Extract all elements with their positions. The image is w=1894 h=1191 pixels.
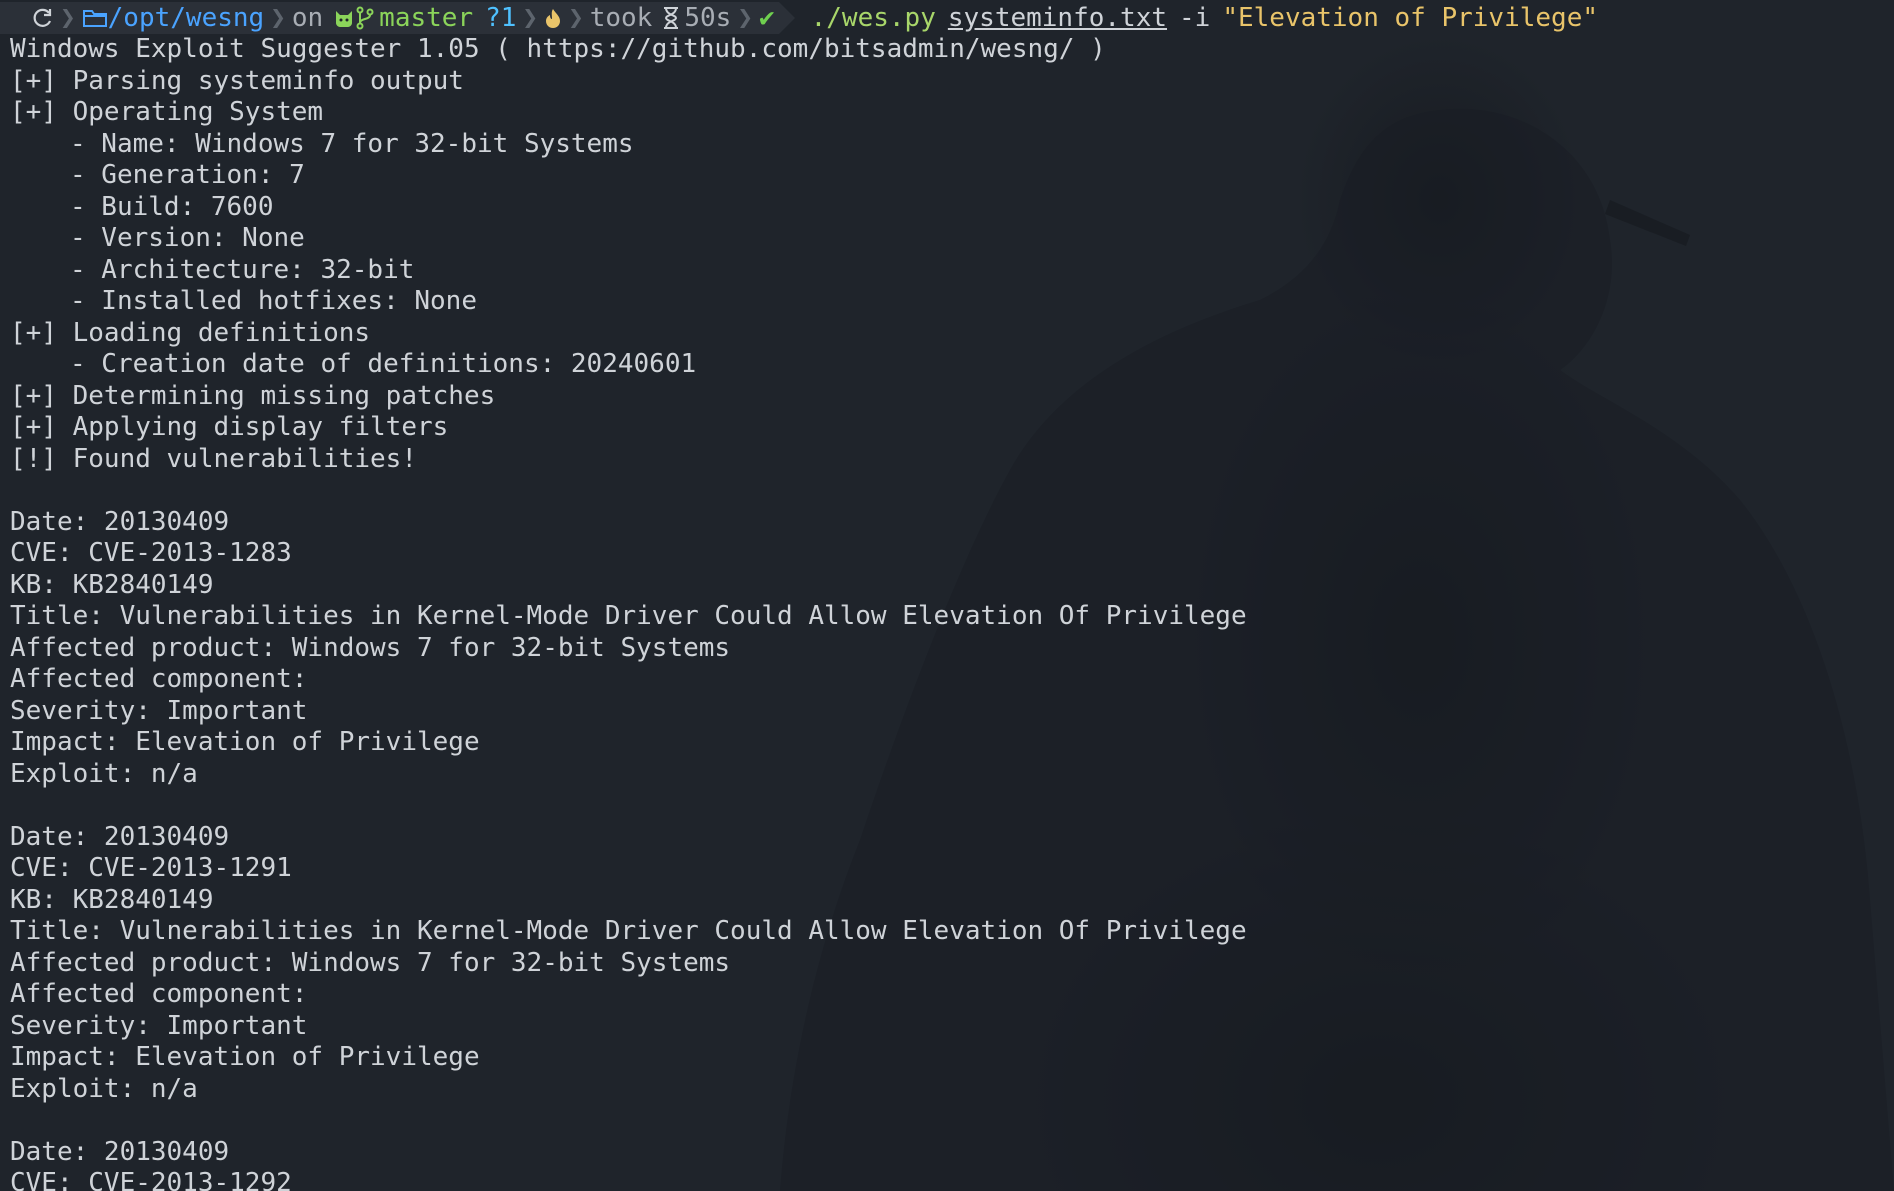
- banner-line: Windows Exploit Suggester 1.05 ( https:/…: [10, 34, 1106, 64]
- command-flag: -i: [1179, 3, 1211, 33]
- status-line: [+] Parsing systeminfo output: [10, 65, 464, 96]
- os-detail-line: - Build: 7600: [70, 191, 274, 222]
- git-status: ?1: [485, 3, 517, 33]
- vuln-cve: CVE: CVE-2013-1291: [10, 853, 292, 883]
- vuln-component: Affected component:: [10, 664, 308, 694]
- folder-icon: [82, 7, 108, 29]
- os-detail-line: - Installed hotfixes: None: [70, 286, 477, 316]
- vuln-product: Affected product: Windows 7 for 32-bit S…: [10, 632, 731, 663]
- hourglass-icon: [662, 6, 680, 30]
- terminal-window[interactable]: ❯ /opt/wesng ❯ on master ?1 ❯ ❯ took 50s…: [0, 0, 1894, 1191]
- chevron-right-icon: ❯: [60, 3, 76, 33]
- definitions-date-line: - Creation date of definitions: 20240601: [70, 349, 697, 379]
- command-string-argument: "Elevation of Privilege": [1222, 3, 1599, 33]
- refresh-icon: [32, 7, 54, 29]
- vuln-date: Date: 20130409: [10, 821, 230, 852]
- vuln-exploit: Exploit: n/a: [10, 1073, 198, 1104]
- vuln-title: Title: Vulnerabilities in Kernel-Mode Dr…: [10, 601, 1247, 631]
- vuln-impact: Impact: Elevation of Privilege: [10, 1042, 480, 1072]
- status-line: [+] Operating System: [10, 97, 324, 127]
- prompt-duration: 50s: [684, 3, 732, 33]
- vulnerability-entry: Date: 20130409 CVE: CVE-2013-1291 KB: KB…: [10, 822, 1884, 1106]
- os-detail-line: - Generation: 7: [70, 160, 305, 190]
- vuln-title: Title: Vulnerabilities in Kernel-Mode Dr…: [10, 916, 1247, 946]
- shell-prompt: ❯ /opt/wesng ❯ on master ?1 ❯ ❯ took 50s…: [0, 2, 1884, 34]
- vuln-severity: Severity: Important: [10, 695, 308, 726]
- prompt-path: /opt/wesng: [107, 3, 265, 33]
- vuln-date: Date: 20130409: [10, 1136, 230, 1167]
- github-cat-icon: [333, 7, 355, 29]
- prompt-segment: ❯ /opt/wesng ❯ on master ?1 ❯ ❯ took 50s…: [0, 2, 779, 34]
- chevron-right-icon: ❯: [522, 3, 539, 33]
- git-branch-icon: [355, 6, 375, 30]
- os-detail-line: - Name: Windows 7 for 32-bit Systems: [70, 128, 634, 159]
- prompt-took-label: took: [589, 3, 653, 33]
- command-file-argument[interactable]: systeminfo.txt: [948, 3, 1167, 33]
- vuln-date: Date: 20130409: [10, 506, 230, 537]
- vuln-component: Affected component:: [10, 979, 308, 1009]
- os-detail-line: - Version: None: [70, 223, 305, 253]
- found-vulnerabilities-line: [!] Found vulnerabilities!: [10, 443, 417, 474]
- vulnerability-entry: Date: 20130409 CVE: CVE-2013-1292: [10, 1137, 1884, 1191]
- vuln-exploit: Exploit: n/a: [10, 758, 198, 789]
- git-branch-name: master: [379, 3, 474, 33]
- chevron-right-icon: ❯: [737, 3, 753, 33]
- vuln-severity: Severity: Important: [10, 1010, 308, 1041]
- prompt-endcap: [778, 2, 795, 34]
- terminal-screen: ❯ /opt/wesng ❯ on master ?1 ❯ ❯ took 50s…: [0, 2, 1884, 1191]
- status-line: [+] Determining missing patches: [10, 380, 496, 411]
- vuln-cve: CVE: CVE-2013-1283: [10, 538, 292, 568]
- command-executable: ./wes.py: [810, 3, 936, 33]
- chevron-right-icon: ❯: [270, 3, 286, 33]
- vuln-kb: KB: KB2840149: [10, 884, 214, 915]
- chevron-right-icon: ❯: [568, 3, 584, 33]
- vuln-kb: KB: KB2840149: [10, 569, 214, 600]
- os-detail-line: - Architecture: 32-bit: [70, 254, 415, 285]
- vuln-impact: Impact: Elevation of Privilege: [10, 727, 480, 757]
- status-line: [+] Applying display filters: [10, 412, 449, 442]
- status-line: [+] Loading definitions: [10, 317, 371, 348]
- fire-icon: [544, 7, 562, 29]
- prompt-on-label: on: [291, 3, 324, 33]
- vuln-cve: CVE: CVE-2013-1292: [10, 1168, 292, 1191]
- check-icon: ✔: [758, 3, 775, 33]
- vulnerability-entry: Date: 20130409 CVE: CVE-2013-1283 KB: KB…: [10, 507, 1884, 791]
- vuln-product: Affected product: Windows 7 for 32-bit S…: [10, 947, 731, 978]
